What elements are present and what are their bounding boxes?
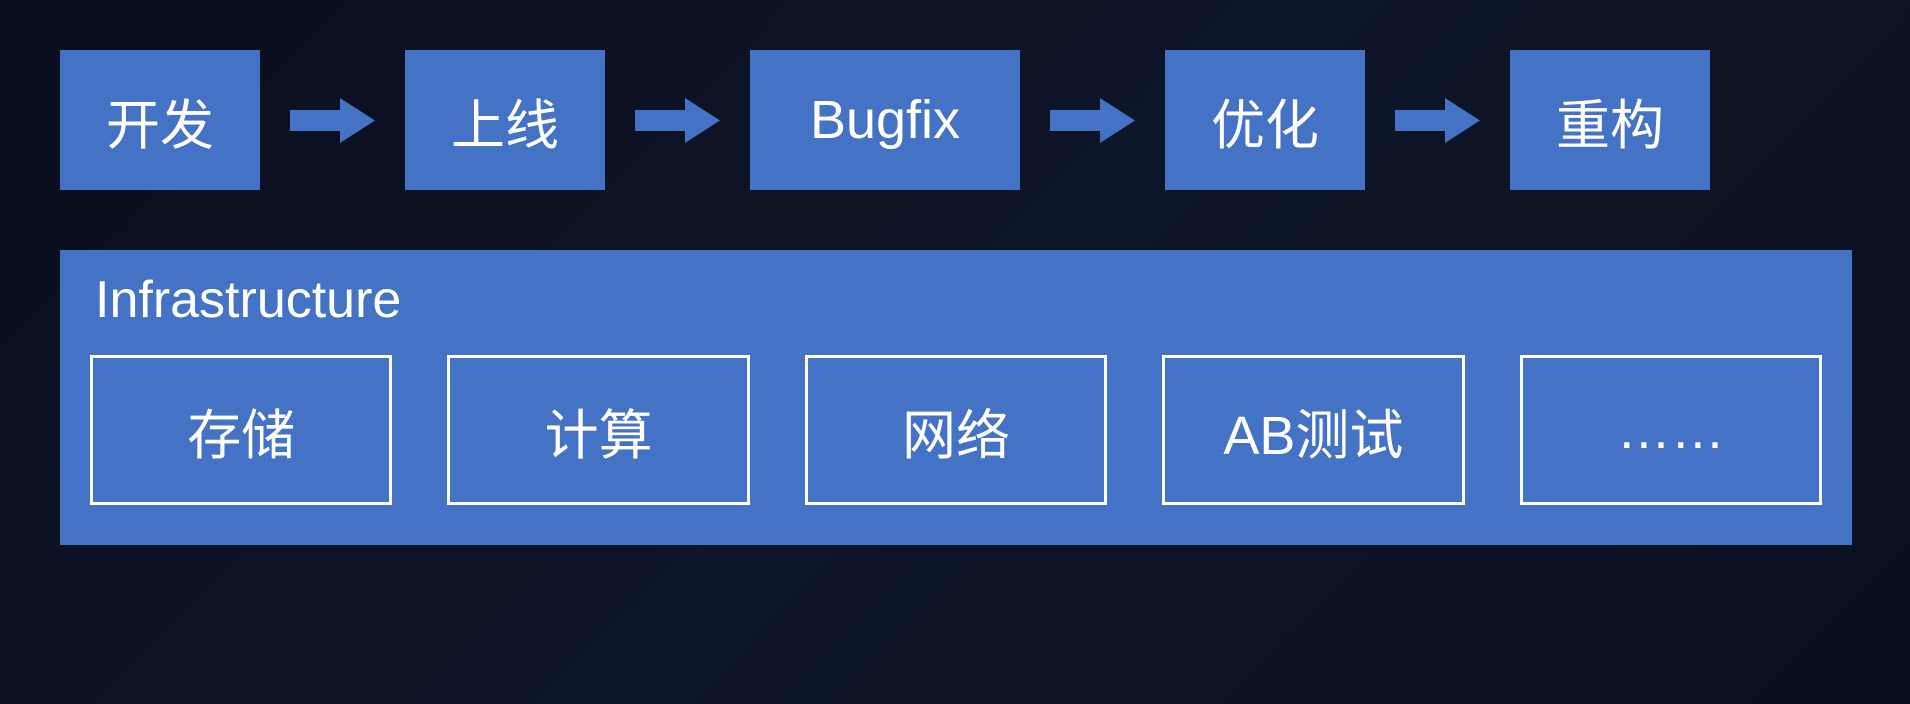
infra-item-label: AB测试 [1223,391,1403,470]
flow-step-label: 开发 [106,81,214,160]
flow-step-develop: 开发 [60,50,260,190]
flow-step-label: 上线 [451,81,559,160]
infrastructure-boxes: 存储 计算 网络 AB测试 …… [90,355,1822,505]
infrastructure-title: Infrastructure [90,270,1822,330]
flow-step-bugfix: Bugfix [750,50,1020,190]
flow-step-refactor: 重构 [1510,50,1710,190]
infra-item-label: 计算 [545,391,653,470]
arrow-icon [1050,98,1135,143]
flow-step-label: 优化 [1211,81,1319,160]
flow-row: 开发 上线 Bugfix 优化 重构 [60,50,1850,190]
flow-step-label: Bugfix [810,89,960,151]
arrow-icon [290,98,375,143]
infra-item-more: …… [1520,355,1822,505]
infrastructure-container: Infrastructure 存储 计算 网络 AB测试 …… [60,250,1852,545]
infra-item-network: 网络 [805,355,1107,505]
flow-step-launch: 上线 [405,50,605,190]
infra-item-label: …… [1617,399,1725,461]
infra-item-compute: 计算 [447,355,749,505]
flow-step-label: 重构 [1556,81,1664,160]
infra-item-storage: 存储 [90,355,392,505]
infra-item-abtest: AB测试 [1162,355,1464,505]
infra-item-label: 存储 [187,391,295,470]
flow-step-optimize: 优化 [1165,50,1365,190]
arrow-icon [1395,98,1480,143]
arrow-icon [635,98,720,143]
infra-item-label: 网络 [902,391,1010,470]
